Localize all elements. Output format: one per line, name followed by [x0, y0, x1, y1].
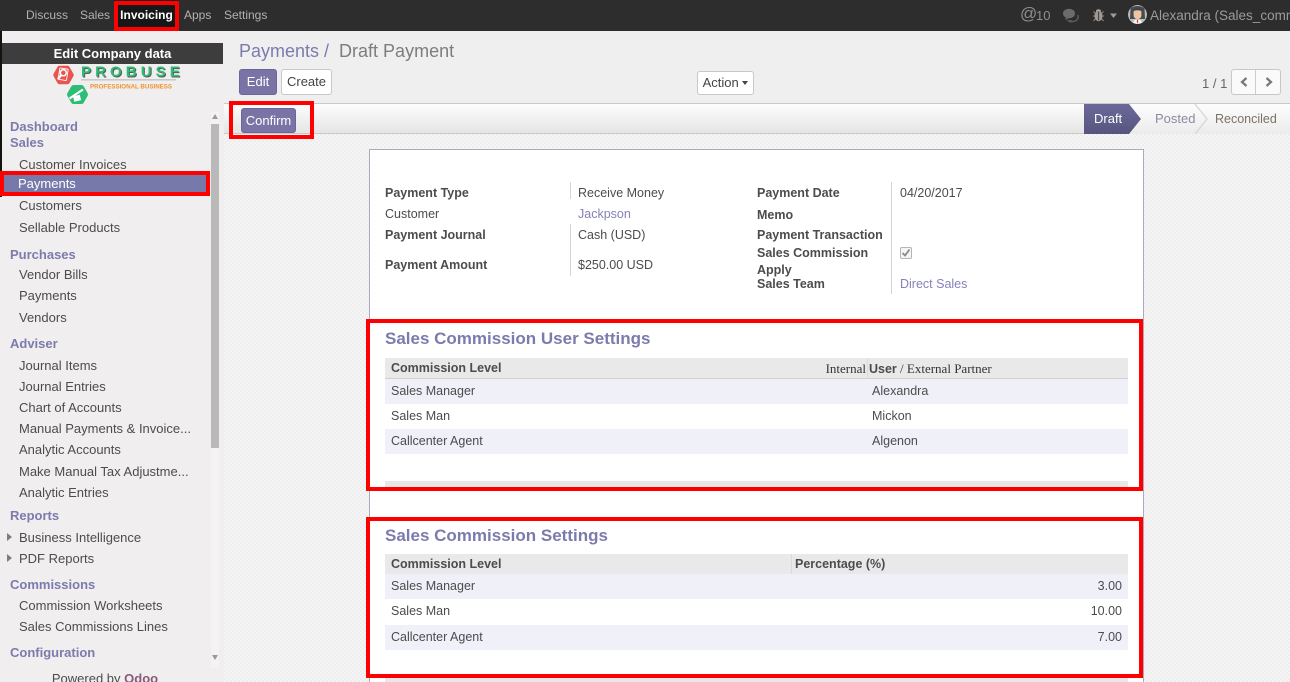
svg-text:PROBUSE: PROBUSE	[81, 64, 184, 81]
svg-text:PROFESSIONAL BUSINESS: PROFESSIONAL BUSINESS	[90, 84, 172, 91]
